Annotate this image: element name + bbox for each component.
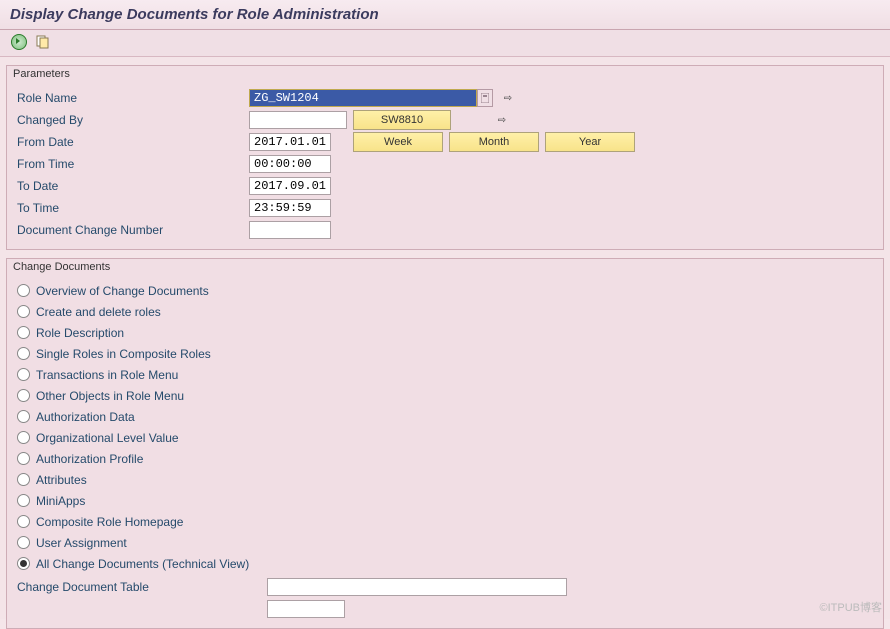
change-doc-table-extra-input[interactable]: [267, 600, 345, 618]
label-to-date: To Date: [13, 179, 249, 193]
change-doc-radio-label: Other Objects in Role Menu: [36, 389, 184, 403]
change-doc-radio[interactable]: [17, 431, 30, 444]
to-time-input[interactable]: [249, 199, 331, 217]
change-doc-radio[interactable]: [17, 452, 30, 465]
change-doc-radio-label: MiniApps: [36, 494, 85, 508]
change-doc-radio-label: Composite Role Homepage: [36, 515, 183, 529]
change-doc-radio-label: Create and delete roles: [36, 305, 161, 319]
page-title: Display Change Documents for Role Admini…: [0, 0, 890, 30]
radio-row: Overview of Change Documents: [13, 280, 877, 301]
change-doc-radio[interactable]: [17, 284, 30, 297]
change-doc-radio[interactable]: [17, 536, 30, 549]
radio-row: Other Objects in Role Menu: [13, 385, 877, 406]
role-name-multiple-selection-icon[interactable]: ⇨: [499, 90, 517, 106]
me-button[interactable]: SW8810: [353, 110, 451, 130]
radio-row: Composite Role Homepage: [13, 511, 877, 532]
radio-row: Transactions in Role Menu: [13, 364, 877, 385]
change-doc-radio-label: Organizational Level Value: [36, 431, 179, 445]
change-doc-radio[interactable]: [17, 389, 30, 402]
change-doc-radio[interactable]: [17, 326, 30, 339]
variant-icon[interactable]: [34, 33, 52, 51]
change-doc-radio[interactable]: [17, 515, 30, 528]
radio-row: Create and delete roles: [13, 301, 877, 322]
change-doc-radio[interactable]: [17, 557, 30, 570]
watermark: ©ITPUB博客: [820, 599, 883, 615]
year-button[interactable]: Year: [545, 132, 635, 152]
execute-icon[interactable]: [10, 33, 28, 51]
change-doc-radio-label: Single Roles in Composite Roles: [36, 347, 211, 361]
change-documents-legend: Change Documents: [7, 259, 883, 276]
change-doc-radio-label: User Assignment: [36, 536, 127, 550]
radio-row: Role Description: [13, 322, 877, 343]
toolbar: [0, 30, 890, 57]
week-button[interactable]: Week: [353, 132, 443, 152]
change-doc-radio[interactable]: [17, 494, 30, 507]
radio-row: All Change Documents (Technical View): [13, 553, 877, 574]
label-doc-change-num: Document Change Number: [13, 223, 249, 237]
change-doc-radio-label: Authorization Profile: [36, 452, 143, 466]
change-doc-radio-label: Transactions in Role Menu: [36, 368, 178, 382]
change-doc-table-input[interactable]: [267, 578, 567, 596]
label-from-time: From Time: [13, 157, 249, 171]
change-doc-radio[interactable]: [17, 368, 30, 381]
changed-by-multiple-selection-icon[interactable]: ⇨: [493, 112, 511, 128]
from-date-input[interactable]: [249, 133, 331, 151]
label-from-date: From Date: [13, 135, 249, 149]
change-doc-radio-label: All Change Documents (Technical View): [36, 557, 249, 571]
from-time-input[interactable]: [249, 155, 331, 173]
to-date-input[interactable]: [249, 177, 331, 195]
change-doc-radio-label: Role Description: [36, 326, 124, 340]
radio-row: Organizational Level Value: [13, 427, 877, 448]
change-documents-group: Change Documents Overview of Change Docu…: [6, 258, 884, 629]
change-doc-radio-label: Overview of Change Documents: [36, 284, 209, 298]
change-doc-radio[interactable]: [17, 410, 30, 423]
changed-by-input[interactable]: [249, 111, 347, 129]
change-doc-radio-label: Authorization Data: [36, 410, 135, 424]
doc-change-num-input[interactable]: [249, 221, 331, 239]
parameters-legend: Parameters: [7, 66, 883, 83]
month-button[interactable]: Month: [449, 132, 539, 152]
change-doc-radio[interactable]: [17, 473, 30, 486]
label-role-name: Role Name: [13, 91, 249, 105]
role-name-input[interactable]: [249, 89, 477, 107]
change-doc-radio[interactable]: [17, 305, 30, 318]
role-name-search-help-icon[interactable]: [477, 89, 493, 107]
radio-row: Single Roles in Composite Roles: [13, 343, 877, 364]
radio-row: Authorization Data: [13, 406, 877, 427]
label-change-doc-table: Change Document Table: [13, 580, 267, 594]
radio-row: Attributes: [13, 469, 877, 490]
label-to-time: To Time: [13, 201, 249, 215]
change-doc-radio-label: Attributes: [36, 473, 87, 487]
change-doc-radio[interactable]: [17, 347, 30, 360]
radio-row: User Assignment: [13, 532, 877, 553]
parameters-group: Parameters Role Name ⇨ Changed By SW8810…: [6, 65, 884, 250]
radio-row: MiniApps: [13, 490, 877, 511]
radio-row: Authorization Profile: [13, 448, 877, 469]
label-changed-by: Changed By: [13, 113, 249, 127]
